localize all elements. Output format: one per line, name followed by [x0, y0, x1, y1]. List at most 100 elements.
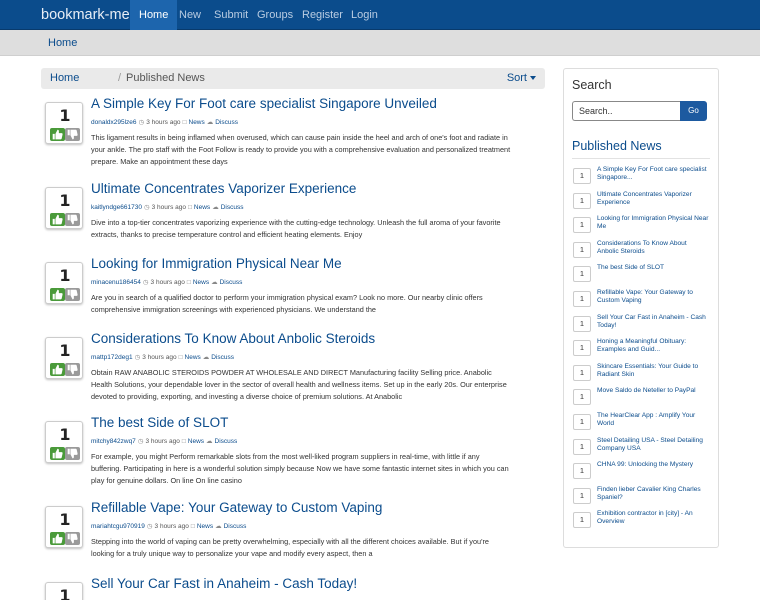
discuss-link[interactable]: Discuss — [215, 119, 238, 126]
story-title[interactable]: Looking for Immigration Physical Near Me — [91, 256, 342, 271]
published-news-item[interactable]: 1 Honing a Meaningful Obituary: Examples … — [572, 338, 712, 362]
vote-box: 1 — [45, 582, 83, 600]
folder-icon: □ — [178, 354, 183, 361]
thumbs-down-icon[interactable] — [65, 128, 80, 141]
story-title[interactable]: Sell Your Car Fast in Anaheim - Cash Tod… — [91, 576, 357, 591]
published-news-link[interactable]: Considerations To Know About Anbolic Ste… — [597, 240, 709, 256]
nav-new[interactable]: New — [170, 0, 210, 30]
thumbs-up-icon[interactable] — [50, 532, 65, 545]
discuss-link[interactable]: Discuss — [221, 204, 244, 211]
thumbs-down-icon[interactable] — [65, 532, 80, 545]
story-author[interactable]: mariahtcgu970919 — [91, 523, 145, 530]
nav-login[interactable]: Login — [342, 0, 387, 30]
story-time: 3 hours ago — [150, 279, 185, 286]
story-title[interactable]: Ultimate Concentrates Vaporizer Experien… — [91, 181, 356, 196]
story-title[interactable]: Refillable Vape: Your Gateway to Custom … — [91, 500, 382, 515]
vote-box: 1 — [45, 421, 83, 463]
published-news-link[interactable]: Ultimate Concentrates Vaporizer Experien… — [597, 191, 709, 207]
published-news-link[interactable]: Looking for Immigration Physical Near Me — [597, 215, 709, 231]
story-meta: mariahtcgu970919 ◷ 3 hours ago □ News ☁ Discus… — [91, 522, 246, 530]
thumbs-up-icon[interactable] — [50, 363, 65, 376]
published-news-item[interactable]: 1 Exhibition contractor in [city] - An Ov… — [572, 510, 712, 534]
breadcrumb-home[interactable]: Home — [50, 68, 79, 89]
published-news-item[interactable]: 1 The best Side of SLOT — [572, 264, 712, 288]
published-news-link[interactable]: Skincare Essentials: Your Guide to Radia… — [597, 363, 709, 379]
published-news-link[interactable]: Honing a Meaningful Obituary: Examples a… — [597, 338, 709, 354]
subnav-home[interactable]: Home — [48, 30, 77, 56]
sort-dropdown[interactable]: Sort — [507, 68, 536, 89]
story-author[interactable]: minacenu186454 — [91, 279, 141, 286]
thumbs-down-icon[interactable] — [65, 213, 80, 226]
story-description: This ligament results in being inflamed … — [91, 133, 511, 166]
story-category[interactable]: News — [194, 204, 210, 211]
published-news-item[interactable]: 1 A Simple Key For Foot care specialist S… — [572, 166, 712, 190]
published-news-item[interactable]: 1 Finden lieber Cavalier King Charles Spa… — [572, 486, 712, 510]
published-news-item[interactable]: 1 Refillable Vape: Your Gateway to Custom… — [572, 289, 712, 313]
comment-icon: ☁ — [206, 438, 213, 445]
story-category[interactable]: News — [185, 354, 201, 361]
discuss-link[interactable]: Discuss — [211, 354, 234, 361]
published-news-item[interactable]: 1 Considerations To Know About Anbolic St… — [572, 240, 712, 264]
story-author[interactable]: donaldx295lze6 — [91, 119, 137, 126]
discuss-link[interactable]: Discuss — [224, 523, 247, 530]
thumbs-down-icon[interactable] — [65, 288, 80, 301]
vote-box: 1 — [45, 337, 83, 379]
vote-box: 1 — [45, 262, 83, 304]
published-news-item[interactable]: 1 Steel Detailing USA - Steel Detailing C… — [572, 437, 712, 461]
vote-count-badge: 1 — [573, 192, 591, 209]
published-news-link[interactable]: Sell Your Car Fast in Anaheim - Cash Tod… — [597, 314, 709, 330]
published-news-link[interactable]: Move Saldo de Neteller to PayPal — [597, 387, 709, 395]
story-time: 3 hours ago — [142, 354, 177, 361]
vote-box: 1 — [45, 102, 83, 144]
top-navbar: bookmark-media Home New Submit Groups Re… — [0, 0, 760, 30]
caret-down-icon — [530, 76, 536, 81]
published-news-link[interactable]: Finden lieber Cavalier King Charles Span… — [597, 486, 709, 502]
published-news-item[interactable]: 1 Sell Your Car Fast in Anaheim - Cash To… — [572, 314, 712, 338]
sub-navbar: Home — [0, 30, 760, 56]
thumbs-up-icon[interactable] — [50, 288, 65, 301]
vote-count-badge: 1 — [573, 438, 591, 455]
discuss-link[interactable]: Discuss — [220, 279, 243, 286]
story-title[interactable]: The best Side of SLOT — [91, 415, 228, 430]
published-news-link[interactable]: The best Side of SLOT — [597, 264, 709, 272]
story-author[interactable]: mitchy842zwq7 — [91, 438, 136, 445]
clock-icon: ◷ — [142, 279, 149, 286]
search-button[interactable]: Go — [680, 101, 707, 121]
published-news-item[interactable]: 1 The HearClear App : Amplify Your World — [572, 412, 712, 436]
published-news-link[interactable]: CHNA 99: Unlocking the Mystery — [597, 461, 709, 469]
published-news-link[interactable]: The HearClear App : Amplify Your World — [597, 412, 709, 428]
vote-count: 1 — [59, 586, 71, 600]
thumbs-up-icon[interactable] — [50, 128, 65, 141]
published-news-heading: Published News — [572, 139, 662, 153]
vote-count: 1 — [59, 510, 71, 529]
published-news-item[interactable]: 1 CHNA 99: Unlocking the Mystery — [572, 461, 712, 485]
story-category[interactable]: News — [193, 279, 209, 286]
published-news-item[interactable]: 1 Skincare Essentials: Your Guide to Radi… — [572, 363, 712, 387]
published-news-link[interactable]: Refillable Vape: Your Gateway to Custom … — [597, 289, 709, 305]
story-title[interactable]: A Simple Key For Foot care specialist Si… — [91, 96, 437, 111]
breadcrumb-separator: / — [118, 72, 122, 84]
story-title[interactable]: Considerations To Know About Anbolic Ste… — [91, 331, 375, 346]
discuss-link[interactable]: Discuss — [215, 438, 238, 445]
story-author[interactable]: mattp172deg1 — [91, 354, 133, 361]
published-news-link[interactable]: A Simple Key For Foot care specialist Si… — [597, 166, 709, 182]
vote-count-badge: 1 — [573, 364, 591, 381]
story-description: Obtain RAW ANABOLIC STEROIDS POWDER AT W… — [91, 368, 507, 401]
story-author[interactable]: kaitlyndge661730 — [91, 204, 142, 211]
published-news-link[interactable]: Exhibition contractor in [city] - An Ove… — [597, 510, 709, 526]
folder-icon: □ — [190, 523, 195, 530]
vote-box: 1 — [45, 187, 83, 229]
published-news-item[interactable]: 1 Looking for Immigration Physical Near M… — [572, 215, 712, 239]
story-category[interactable]: News — [188, 438, 204, 445]
published-news-item[interactable]: 1 Move Saldo de Neteller to PayPal — [572, 387, 712, 411]
thumbs-down-icon[interactable] — [65, 363, 80, 376]
published-news-item[interactable]: 1 Ultimate Concentrates Vaporizer Experie… — [572, 191, 712, 215]
published-news-link[interactable]: Steel Detailing USA - Steel Detailing Co… — [597, 437, 709, 453]
story-category[interactable]: News — [189, 119, 205, 126]
search-input[interactable]: Search.. — [572, 101, 680, 121]
thumbs-down-icon[interactable] — [65, 447, 80, 460]
vote-count: 1 — [59, 266, 71, 285]
story-category[interactable]: News — [197, 523, 213, 530]
thumbs-up-icon[interactable] — [50, 213, 65, 226]
thumbs-up-icon[interactable] — [50, 447, 65, 460]
